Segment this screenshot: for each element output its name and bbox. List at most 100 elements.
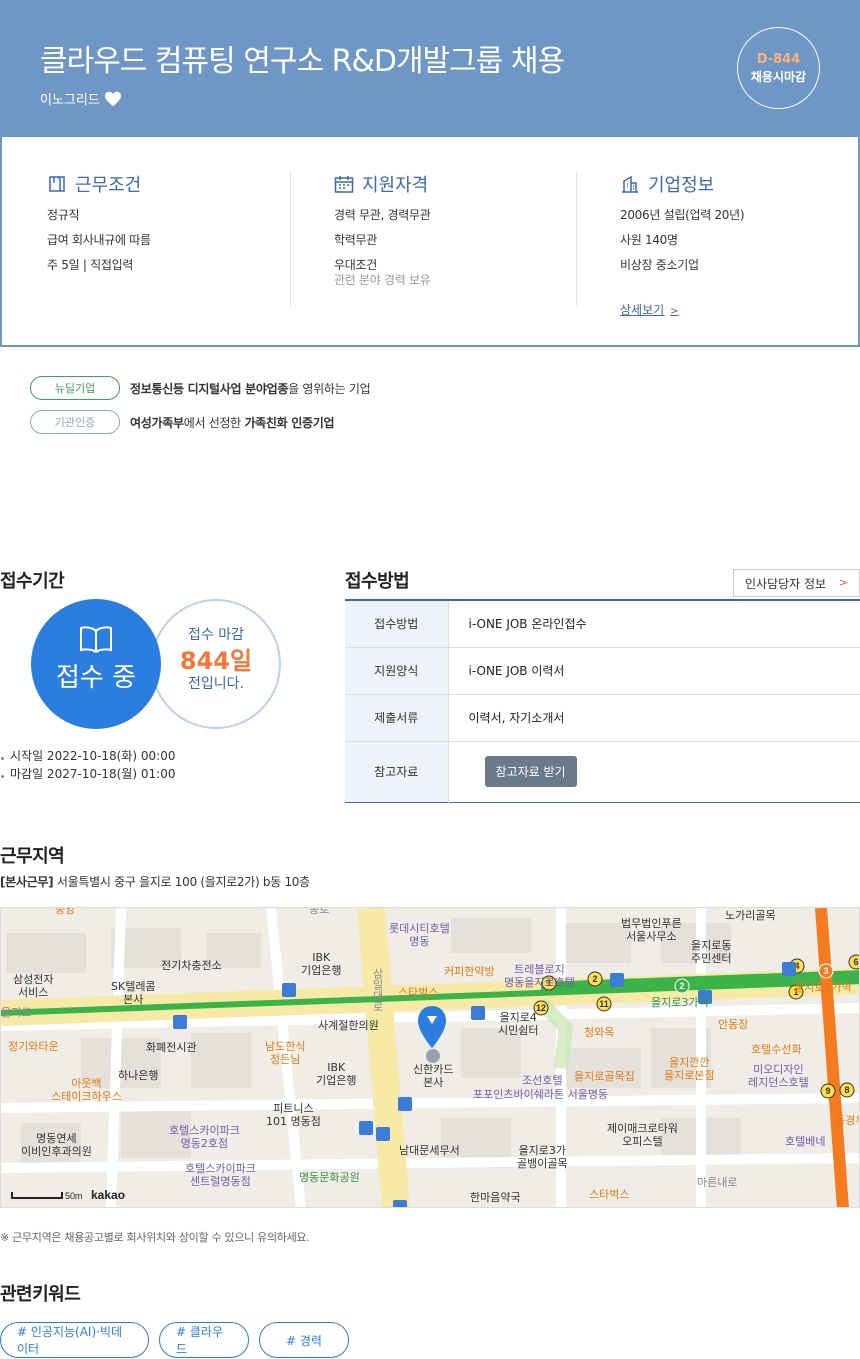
building-icon	[622, 175, 638, 193]
badge-row: 기관인증 여성가족부에서 선정한 가족친화 인증기업	[30, 410, 370, 434]
download-reference-button[interactable]: 참고자료 받기	[484, 756, 577, 787]
dday-count: D-844	[756, 52, 801, 67]
map-label: 노가리골목	[725, 909, 776, 922]
status-circle: 접수 중	[31, 599, 161, 729]
map-label: 남도한식 정든님	[265, 1040, 306, 1066]
dday-badge: D-844 채용시마감	[737, 27, 820, 109]
svg-text:2: 2	[679, 981, 684, 991]
badge-description: 정보통신등 디지털사업 분야업종을 영위하는 기업	[130, 381, 371, 396]
location-notice: ※ 근무지역은 채용공고별로 회사위치와 상이할 수 있으니 유의하세요.	[0, 1231, 310, 1244]
document-icon	[49, 176, 65, 192]
company-name[interactable]: 이노그리드	[40, 89, 122, 108]
location-map[interactable]: 1 2 11 12 2 3 6 4 1 8 9 50m kakao 롯데시티호텔…	[0, 907, 860, 1208]
career: 경력 무관, 경력무관	[334, 208, 431, 222]
map-label: 스타벅스	[589, 1188, 630, 1201]
map-label: 커피한약방	[444, 965, 495, 978]
map-label: 마른내로	[697, 1176, 738, 1189]
summary-box: 근무조건 정규직 급여 회사내규에 따름 주 5일 | 직접입력 지원자격 경력…	[0, 137, 860, 347]
map-label: 을지로3가역	[651, 996, 709, 1009]
map-label: 법무법인푸른 서울사무소	[621, 917, 682, 943]
map-label: 제이매크로타워 오피스텔	[607, 1122, 678, 1148]
svg-text:2: 2	[592, 974, 597, 984]
keywords-title: 관련키워드	[0, 1284, 81, 1305]
work-conditions: 근무조건 정규직 급여 회사내규에 따름 주 5일 | 직접입력	[47, 172, 289, 306]
table-row: 접수방법 i-ONE JOB 온라인접수	[345, 600, 860, 647]
map-label: 을지로3가 골뱅이골목	[517, 1144, 568, 1170]
map-label: 을지로4 시민쉼터	[498, 1011, 539, 1037]
svg-text:3: 3	[823, 966, 828, 976]
map-label: 을지로3가역	[794, 981, 852, 994]
map-label: 중앙	[55, 907, 76, 916]
map-label: 화폐전시관	[146, 1041, 197, 1054]
location-title: 근무지역	[0, 846, 65, 867]
map-label: 명동문화공원	[299, 1171, 360, 1184]
deadline-days: 844일	[179, 647, 253, 675]
svg-text:kakao: kakao	[91, 1188, 125, 1202]
keyword-tag[interactable]: # 클라우드	[159, 1322, 249, 1358]
map-label: 을지로동 주민센터	[691, 939, 732, 965]
employees: 사원 140명	[620, 233, 678, 247]
certification-badges: 뉴딜기업 정보통신등 디지털사업 분야업종을 영위하는 기업 기관인증 여성가족…	[30, 376, 371, 444]
badge-row: 뉴딜기업 정보통신등 디지털사업 분야업종을 영위하는 기업	[30, 376, 371, 400]
qualifications-title: 지원자격	[334, 172, 575, 196]
period-title: 접수기간	[0, 571, 65, 592]
end-date: 마감일 2027-10-18(월) 01:00	[0, 765, 175, 783]
heart-icon[interactable]	[104, 91, 122, 107]
map-label: 피트니스 101 명동점	[266, 1102, 321, 1128]
table-row: 참고자료 참고자료 받기	[345, 741, 860, 802]
map-label: 사계절한의원	[318, 1019, 379, 1032]
map-label: 호텔스카이파크 명동2호점	[169, 1124, 240, 1150]
work-type: 정규직	[47, 208, 80, 222]
keyword-tag[interactable]: # 인공지능(AI)·빅데이터	[0, 1322, 149, 1358]
map-label: 아웃백 스테이크하우스	[51, 1077, 122, 1103]
map-label: 전기차충전소	[161, 959, 222, 972]
svg-text:11: 11	[599, 999, 609, 1009]
map-label: 남대문세무서	[399, 1144, 460, 1157]
map-label: 포포인츠바이쉐라톤 서울명동	[473, 1088, 609, 1101]
keyword-tag[interactable]: # 경력	[259, 1322, 349, 1358]
dday-label: 채용시마감	[750, 70, 807, 84]
svg-text:8: 8	[844, 1085, 849, 1095]
map-label: 트레블로지 명동을지로호텔	[504, 963, 575, 989]
calendar-icon	[334, 176, 354, 193]
map-label: 호텔스카이파크 센트럴명동점	[185, 1162, 256, 1188]
chevron-right-icon: >	[670, 306, 679, 317]
deadline-suffix: 전입니다.	[188, 676, 244, 692]
table-row: 제출서류 이력서, 자기소개서	[345, 694, 860, 741]
map-label: 스타벅스	[398, 986, 439, 999]
map-label: IBK 기업은행	[316, 1061, 357, 1087]
svg-text:6: 6	[853, 957, 858, 967]
founded: 2006년 설립(업력 20년)	[620, 208, 745, 222]
map-label: 미오디자인 레지던스호텔	[748, 1063, 809, 1089]
period-dates: 시작일 2022-10-18(화) 00:00 마감일 2027-10-18(월…	[0, 747, 175, 783]
chevron-right-icon: >	[838, 576, 848, 589]
work-conditions-title: 근무조건	[47, 172, 289, 196]
education: 학력무관	[334, 233, 377, 247]
job-title: 클라우드 컴퓨팅 연구소 R&D개발그룹 채용	[40, 44, 565, 79]
map-label: SK텔레콤 본사	[111, 980, 156, 1006]
newdeal-pill: 뉴딜기업	[30, 376, 120, 400]
hr-info-button[interactable]: 인사담당자 정보 >	[733, 569, 860, 597]
map-label: 동경우	[835, 1114, 859, 1127]
company-type: 비상장 중소기업	[620, 258, 699, 272]
qualifications: 지원자격 경력 무관, 경력무관 학력무관 우대조건 관련 분야 경력 보유	[290, 172, 575, 306]
map-label: 신한카드 본사	[413, 1063, 454, 1089]
map-label: 호텔수선화	[751, 1043, 802, 1056]
map-label: 청와옥	[584, 1026, 615, 1039]
map-label: 한마음약국	[470, 1191, 521, 1204]
map-label: 을지깐깐 을지로본점	[664, 1056, 715, 1082]
book-icon	[80, 626, 112, 653]
map-label: 호텔베네	[785, 1135, 826, 1148]
method-title: 접수방법	[345, 571, 410, 592]
salary: 급여 회사내규에 따름	[47, 233, 151, 247]
certified-pill: 기관인증	[30, 410, 120, 434]
status-text: 접수 중	[55, 663, 137, 693]
svg-text:9: 9	[825, 1086, 830, 1096]
method-table: 접수방법 i-ONE JOB 온라인접수 지원양식 i-ONE JOB 이력서 …	[345, 599, 860, 803]
work-address: [본사근무] 서울특별시 중구 을지로 100 (을지로2가) b동 10층	[0, 875, 310, 889]
company-detail-link[interactable]: 상세보기 >	[620, 301, 679, 318]
company-info-title: 기업정보	[620, 172, 856, 196]
keyword-list: # 인공지능(AI)·빅데이터 # 클라우드 # 경력	[0, 1322, 349, 1358]
badge-description: 여성가족부에서 선정한 가족친화 인증기업	[130, 415, 335, 430]
map-label: 을지로골목집	[574, 1070, 635, 1083]
